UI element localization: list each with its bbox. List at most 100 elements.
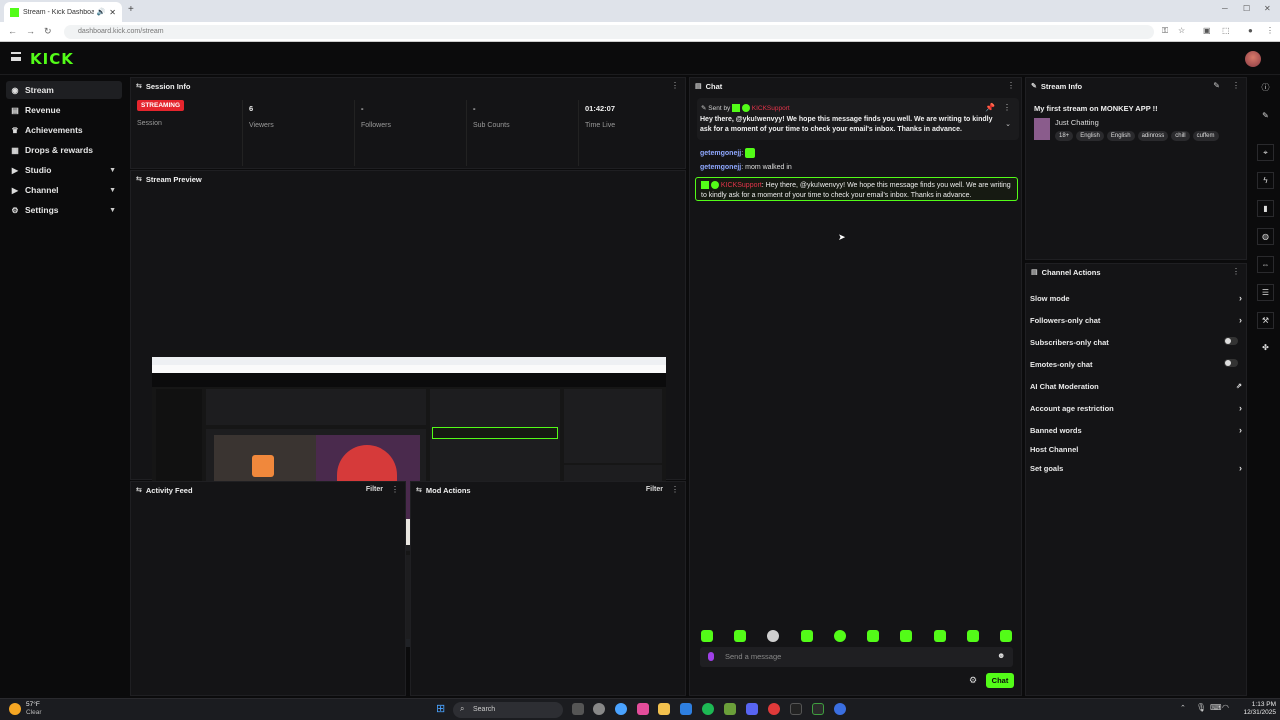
chrome-icon[interactable] <box>615 703 627 715</box>
tag-chip[interactable]: chill <box>1171 131 1190 141</box>
minimize-button[interactable]: ─ <box>1222 4 1228 13</box>
close-tab-icon[interactable]: ✕ <box>109 8 116 17</box>
new-tab-button[interactable]: + <box>128 4 134 15</box>
back-icon[interactable]: ← <box>8 26 17 36</box>
send-chat-button[interactable]: Chat <box>986 673 1014 688</box>
chat-settings-gear-icon[interactable]: ⚙ <box>969 675 977 686</box>
maximize-button[interactable]: ☐ <box>1243 4 1250 13</box>
microphone-icon[interactable]: 🎙 <box>1196 703 1206 712</box>
more-options-icon[interactable]: ⋮ <box>1232 267 1240 276</box>
emote-icon[interactable] <box>701 630 713 642</box>
weather-temp[interactable]: 57°F <box>26 701 40 708</box>
speaker-icon[interactable]: 🔊 <box>97 8 106 16</box>
emote-icon[interactable] <box>834 630 846 642</box>
edit-icon[interactable]: ✎ <box>1213 81 1220 90</box>
link-widget-icon[interactable]: ⇔ <box>1257 256 1274 273</box>
sidebar-item-revenue[interactable]: ▤ Revenue <box>6 101 122 119</box>
chrome-alt-icon[interactable] <box>593 703 605 715</box>
avatar[interactable] <box>1245 51 1261 67</box>
more-options-icon[interactable]: ⋮ <box>391 485 399 494</box>
profile-icon[interactable]: ● <box>1248 26 1253 35</box>
tag-chip[interactable]: English <box>1076 131 1104 141</box>
clock-time[interactable]: 1:13 PM <box>1240 701 1276 708</box>
app-icon[interactable] <box>637 703 649 715</box>
browser-tab[interactable]: Stream - Kick Dashboard 🔊 ✕ <box>4 2 122 22</box>
spotify-icon[interactable] <box>702 703 714 715</box>
sidebar-item-achievements[interactable]: ♛ Achievements <box>6 121 122 139</box>
emotes-only-toggle[interactable] <box>1224 359 1238 367</box>
chat-widget-icon[interactable]: ◍ <box>1257 228 1274 245</box>
chat-username[interactable]: KICKSupport <box>721 182 762 189</box>
unpin-icon[interactable]: 📌 <box>985 103 995 112</box>
channel-action-ai-moderation[interactable]: AI Chat Moderation ⇗ <box>1030 382 1242 391</box>
chat-username[interactable]: getemgonejj <box>700 150 741 157</box>
tag-chip[interactable]: adinross <box>1137 131 1169 141</box>
bookmark-star-icon[interactable]: ☆ <box>1178 26 1185 35</box>
emote-icon[interactable] <box>934 630 946 642</box>
filter-button[interactable]: Filter <box>366 486 383 493</box>
channel-action-banned-words[interactable]: Banned words › <box>1030 425 1242 435</box>
more-options-icon[interactable]: ⋮ <box>1232 81 1240 90</box>
server-widget-icon[interactable]: ☰ <box>1257 284 1274 301</box>
emote-icon[interactable] <box>900 630 912 642</box>
emote-icon[interactable] <box>767 630 779 642</box>
channel-action-host-channel[interactable]: Host Channel <box>1030 445 1242 454</box>
minecraft-icon[interactable] <box>724 703 736 715</box>
sidebar-item-settings[interactable]: ⚙ Settings ▼ <box>6 201 122 219</box>
more-options-icon[interactable]: ⋮ <box>671 81 679 90</box>
more-options-icon[interactable]: ⋮ <box>671 485 679 494</box>
tray-chevron-up-icon[interactable]: ⌃ <box>1180 704 1186 712</box>
emote-icon[interactable] <box>734 630 746 642</box>
sidebar-item-stream[interactable]: ◉ Stream <box>6 81 122 99</box>
kick-logo[interactable]: KICK <box>30 50 74 68</box>
tag-chip[interactable]: cuffem <box>1192 131 1219 141</box>
session-widget-icon[interactable]: ⌖ <box>1257 144 1274 161</box>
password-key-icon[interactable]: ⚿ <box>1162 26 1168 36</box>
browser-menu-icon[interactable]: ⋮ <box>1266 26 1274 35</box>
more-options-icon[interactable]: ⋮ <box>1003 103 1011 112</box>
discord-icon[interactable] <box>746 703 758 715</box>
apps-widget-icon[interactable]: ✤ <box>1257 340 1274 357</box>
channel-action-set-goals[interactable]: Set goals › <box>1030 463 1242 473</box>
app-blue-icon[interactable] <box>834 703 846 715</box>
forward-icon[interactable]: → <box>26 26 35 36</box>
chat-username[interactable]: getemgonejj <box>700 164 741 171</box>
emote-icon[interactable] <box>801 630 813 642</box>
hamburger-menu-icon[interactable] <box>11 52 21 61</box>
app-red-icon[interactable] <box>768 703 780 715</box>
emoji-picker-icon[interactable]: ☻ <box>997 651 1005 660</box>
chevron-down-icon[interactable]: ⌄ <box>1005 120 1011 128</box>
sidepanel-icon[interactable]: ▣ <box>1203 26 1211 35</box>
task-view-icon[interactable] <box>572 703 584 715</box>
emote-icon[interactable] <box>867 630 879 642</box>
steam-icon[interactable] <box>680 703 692 715</box>
sidebar-item-drops[interactable]: ▦ Drops & rewards <box>6 141 122 159</box>
emote-icon[interactable] <box>1000 630 1012 642</box>
channel-action-followers-only[interactable]: Followers-only chat › <box>1030 315 1242 325</box>
subscribers-only-toggle[interactable] <box>1224 337 1238 345</box>
wifi-icon[interactable]: ◠ <box>1222 703 1229 712</box>
channel-action-slow-mode[interactable]: Slow mode › <box>1030 293 1242 303</box>
tag-chip[interactable]: English <box>1106 131 1135 141</box>
extensions-icon[interactable]: ⬚ <box>1222 26 1230 35</box>
reload-icon[interactable]: ↻ <box>44 26 52 37</box>
language-icon[interactable]: ⌨ <box>1210 703 1222 712</box>
edit-layout-icon[interactable]: ✎ <box>1257 108 1274 125</box>
pinned-username[interactable]: KICKSupport <box>752 105 790 112</box>
category-thumbnail[interactable] <box>1034 118 1050 140</box>
channel-action-account-age[interactable]: Account age restriction › <box>1030 403 1242 413</box>
chat-message-input[interactable]: Send a message <box>700 647 1013 667</box>
app-dark-icon[interactable] <box>790 703 802 715</box>
emote-icon[interactable] <box>967 630 979 642</box>
highlighted-chat-message[interactable]: KICKSupport: Hey there, @yku!wenvyy! We … <box>695 177 1018 201</box>
terminal-icon[interactable] <box>812 703 824 715</box>
flash-widget-icon[interactable]: ϟ <box>1257 172 1274 189</box>
tools-widget-icon[interactable]: ⚒ <box>1257 312 1274 329</box>
windows-start-icon[interactable]: ⊞ <box>436 703 445 715</box>
pinned-message[interactable]: ✎ Sent by KICKSupport 📌 ⋮ ⌄ Hey there, @… <box>697 98 1019 140</box>
taskbar-search[interactable]: Search <box>453 702 563 718</box>
clipboard-widget-icon[interactable]: ▮ <box>1257 200 1274 217</box>
tag-chip[interactable]: 18+ <box>1055 131 1074 141</box>
file-explorer-icon[interactable] <box>658 703 670 715</box>
sidebar-item-channel[interactable]: ▶ Channel ▼ <box>6 181 122 199</box>
